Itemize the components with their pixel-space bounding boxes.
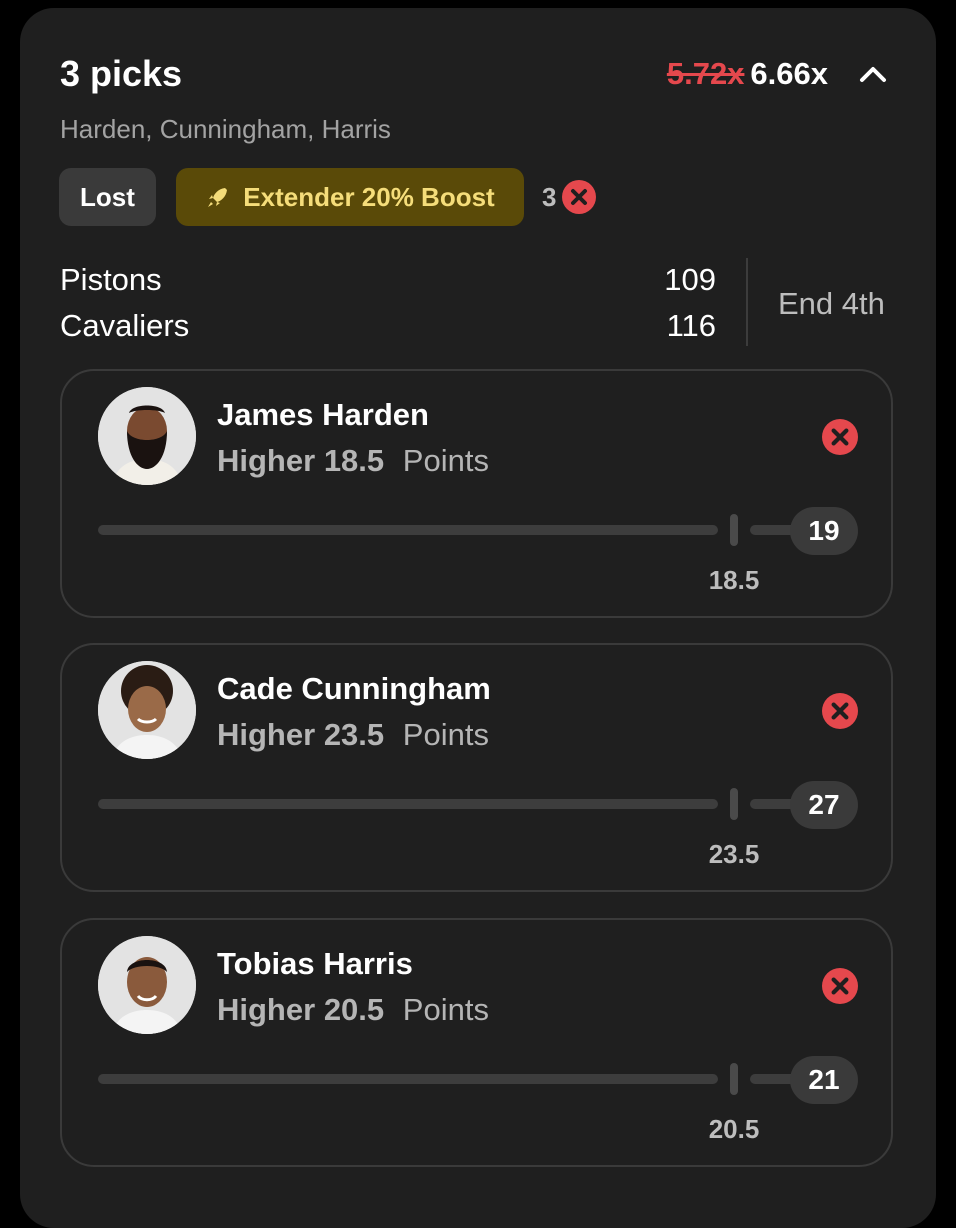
rocket-icon: [208, 188, 228, 207]
pick-stat: Points: [402, 992, 489, 1027]
line-marker: [730, 514, 738, 546]
pick-direction: Higher: [217, 443, 316, 478]
picks-title: 3 picks: [60, 53, 183, 94]
x-circle-icon: [562, 180, 597, 214]
team-name-home: Pistons: [60, 262, 162, 297]
pick-stat: Points: [402, 443, 489, 478]
pick-card[interactable]: Cade Cunningham Higher 23.5 Points 27 23…: [60, 643, 893, 892]
x-circle-icon: [822, 419, 858, 455]
player-name: Cade Cunningham: [217, 671, 491, 706]
payout-multiplier: 5.72x 6.66x: [667, 54, 828, 94]
line-marker: [730, 1063, 738, 1095]
line-label: 20.5: [708, 1114, 760, 1144]
player-name: James Harden: [217, 397, 429, 432]
progress-track: [98, 799, 718, 809]
lost-count: 3: [542, 180, 597, 214]
status-badge: Lost: [59, 168, 156, 226]
players-summary: Harden, Cunningham, Harris: [60, 114, 391, 144]
team-name-away: Cavaliers: [60, 308, 190, 343]
line-label: 23.5: [708, 839, 760, 869]
player-avatar: [98, 387, 196, 485]
game-period: End 4th: [778, 286, 885, 321]
pick-value: 18.5: [323, 443, 385, 478]
line-label: 18.5: [708, 565, 760, 595]
scoreboard-divider: [746, 258, 748, 346]
player-name: Tobias Harris: [217, 946, 413, 981]
pick-card[interactable]: James Harden Higher 18.5 Points 19 18.5: [60, 369, 893, 618]
pick-card[interactable]: Tobias Harris Higher 20.5 Points 21 20.5: [60, 918, 893, 1167]
pick-stat: Points: [402, 717, 489, 752]
team-score-away: 116: [666, 308, 716, 343]
old-multiplier: 5.72x: [666, 56, 745, 91]
pick-value: 20.5: [323, 992, 385, 1027]
actual-value: 27: [790, 781, 858, 829]
team-score-home: 109: [664, 262, 716, 297]
player-avatar: [98, 661, 196, 759]
progress-track: [98, 1074, 718, 1084]
actual-value: 21: [790, 1056, 858, 1104]
x-circle-icon: [822, 693, 858, 729]
pick-line: Higher 20.5 Points: [217, 990, 489, 1030]
progress-track: [98, 525, 718, 535]
pick-line: Higher 23.5 Points: [217, 715, 489, 755]
actual-value: 19: [790, 507, 858, 555]
lost-count-value: 3: [542, 181, 557, 212]
pick-direction: Higher: [217, 717, 316, 752]
x-circle-icon: [822, 968, 858, 1004]
new-multiplier: 6.66x: [750, 56, 828, 91]
boost-label: Extender 20% Boost: [243, 181, 495, 212]
pick-direction: Higher: [217, 992, 316, 1027]
player-avatar: [98, 936, 196, 1034]
line-marker: [730, 788, 738, 820]
boost-badge: Extender 20% Boost: [176, 168, 524, 226]
chevron-up-icon[interactable]: [856, 60, 890, 88]
pick-line: Higher 18.5 Points: [217, 441, 489, 481]
pick-value: 23.5: [323, 717, 385, 752]
